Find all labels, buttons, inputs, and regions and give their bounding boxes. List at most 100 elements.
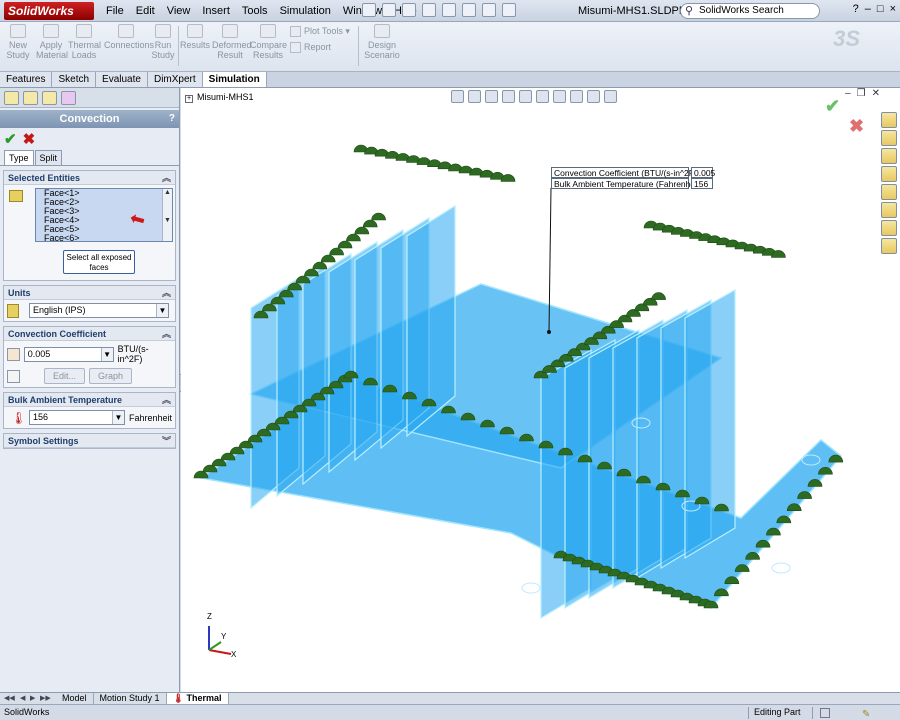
edit-appearance-icon[interactable]: [570, 90, 583, 103]
view-settings-icon[interactable]: [604, 90, 617, 103]
confirmation-cancel-icon[interactable]: ✖: [849, 116, 864, 137]
tab-dimxpert[interactable]: DimXpert: [147, 72, 203, 87]
bulk-ambient-temperature-header[interactable]: Bulk Ambient Temperature ︽: [4, 393, 175, 407]
units-header[interactable]: Units ︽: [4, 286, 175, 300]
search-results-icon[interactable]: [881, 166, 897, 182]
menu-edit[interactable]: Edit: [130, 0, 161, 22]
tab-split[interactable]: Split: [34, 150, 63, 165]
open-doc-icon[interactable]: [382, 3, 396, 17]
menu-view[interactable]: View: [161, 0, 197, 22]
selected-entities-header[interactable]: Selected Entities ︽: [4, 171, 175, 185]
home-icon[interactable]: [881, 112, 897, 128]
collapse-icon[interactable]: ︽: [162, 286, 171, 300]
property-manager-icon[interactable]: [23, 91, 38, 105]
undo-icon[interactable]: [442, 3, 456, 17]
function-curve-icon[interactable]: [7, 369, 20, 383]
menu-insert[interactable]: Insert: [196, 0, 236, 22]
tab-motion-study[interactable]: Motion Study 1: [94, 693, 167, 704]
restore-icon[interactable]: ❐: [857, 88, 866, 99]
entity-list[interactable]: Face<1> Face<2> Face<3> Face<4> Face<5> …: [35, 188, 173, 242]
expand-tree-icon[interactable]: +: [185, 95, 193, 103]
zoom-to-area-icon[interactable]: [468, 90, 481, 103]
tab-evaluate[interactable]: Evaluate: [96, 72, 148, 87]
results-button[interactable]: Results: [180, 24, 210, 50]
hide-show-items-icon[interactable]: [553, 90, 566, 103]
previous-view-icon[interactable]: [485, 90, 498, 103]
ok-button[interactable]: ✔: [4, 132, 17, 148]
next-tab-icon[interactable]: ▶: [30, 693, 40, 704]
new-study-button[interactable]: New Study: [4, 24, 32, 60]
first-tab-icon[interactable]: ◀◀: [4, 693, 15, 704]
close-icon[interactable]: ✕: [872, 88, 880, 99]
section-view-icon[interactable]: [502, 90, 515, 103]
expand-icon[interactable]: ︾: [162, 434, 171, 448]
rebuild-icon[interactable]: [482, 3, 496, 17]
convection-coefficient-header[interactable]: Convection Coefficient ︽: [4, 327, 175, 341]
report-button[interactable]: Report: [290, 42, 331, 54]
menu-simulation[interactable]: Simulation: [274, 0, 337, 22]
menu-tools[interactable]: Tools: [236, 0, 274, 22]
select-icon[interactable]: [462, 3, 476, 17]
new-doc-icon[interactable]: [362, 3, 376, 17]
tab-features[interactable]: Features: [0, 72, 53, 87]
tab-simulation[interactable]: Simulation: [202, 72, 267, 87]
bulk-ambient-temperature-input[interactable]: 156 ▼: [29, 410, 125, 425]
connections-button[interactable]: Connections: [104, 24, 154, 50]
appearances-icon[interactable]: [881, 202, 897, 218]
apply-material-button[interactable]: Apply Material: [36, 24, 68, 60]
confirmation-ok-icon[interactable]: ✔: [825, 96, 840, 117]
tab-model[interactable]: Model: [56, 693, 94, 704]
heat-sink-model[interactable]: [181, 88, 900, 692]
display-style-icon[interactable]: [536, 90, 549, 103]
design-library-icon[interactable]: [881, 130, 897, 146]
maximize-button[interactable]: □: [877, 3, 884, 15]
menu-file[interactable]: File: [100, 0, 130, 22]
search-input[interactable]: ⚲ SolidWorks Search: [680, 3, 820, 19]
solidworks-logo[interactable]: SolidWorks: [4, 2, 94, 20]
close-button[interactable]: ×: [890, 3, 896, 15]
simulation-advisor-icon[interactable]: [881, 238, 897, 254]
view-palette-icon[interactable]: [881, 184, 897, 200]
minimize-button[interactable]: –: [865, 3, 871, 15]
feature-tree-root[interactable]: + Misumi-MHS1: [185, 92, 254, 103]
convection-coefficient-input[interactable]: 0.005 ▼: [23, 346, 114, 362]
collapse-icon[interactable]: ︽: [162, 171, 171, 185]
chevron-down-icon[interactable]: ▼: [111, 411, 124, 424]
chevron-down-icon[interactable]: ▼: [100, 347, 113, 361]
help-icon[interactable]: ?: [169, 110, 175, 128]
collapse-icon[interactable]: ︽: [162, 327, 171, 341]
apply-scene-icon[interactable]: [587, 90, 600, 103]
tab-thermal[interactable]: 🌡 Thermal: [166, 693, 229, 704]
tab-sketch[interactable]: Sketch: [52, 72, 97, 87]
minimize-icon[interactable]: –: [845, 88, 851, 99]
thermal-loads-button[interactable]: Thermal Loads: [68, 24, 101, 60]
collapse-icon[interactable]: ︽: [162, 393, 171, 407]
units-select[interactable]: English (IPS) ▼: [29, 303, 169, 318]
zoom-to-fit-icon[interactable]: [451, 90, 464, 103]
design-scenario-button[interactable]: Design Scenario: [362, 24, 402, 60]
file-explorer-icon[interactable]: [881, 148, 897, 164]
list-item[interactable]: Face<6>: [36, 234, 172, 242]
configuration-manager-icon[interactable]: [42, 91, 57, 105]
tab-type[interactable]: Type: [4, 150, 34, 165]
options-icon[interactable]: [502, 3, 516, 17]
rebuild-status-icon[interactable]: [820, 708, 830, 718]
run-study-button[interactable]: Run Study: [150, 24, 176, 60]
symbol-settings-header[interactable]: Symbol Settings ︾: [4, 434, 175, 448]
help-button[interactable]: ?: [853, 3, 859, 15]
plot-tools-button[interactable]: Plot Tools ▾: [290, 26, 350, 38]
custom-properties-icon[interactable]: [881, 220, 897, 236]
list-scrollbar[interactable]: ▲ ▼: [162, 189, 172, 241]
save-icon[interactable]: [402, 3, 416, 17]
chevron-down-icon[interactable]: ▼: [156, 304, 168, 317]
last-tab-icon[interactable]: ▶▶: [40, 693, 51, 704]
graphics-viewport[interactable]: + Misumi-MHS1 – ❐ ✕ ✔ ✖ Convection Coeffi…: [181, 88, 900, 692]
compare-results-button[interactable]: Compare Results: [250, 24, 287, 60]
dimxpert-manager-icon[interactable]: [61, 91, 76, 105]
print-icon[interactable]: [422, 3, 436, 17]
units-status-icon[interactable]: ✎: [862, 707, 870, 720]
cancel-button[interactable]: ✖: [23, 132, 36, 148]
deformed-result-button[interactable]: Deformed Result: [212, 24, 252, 60]
view-orientation-icon[interactable]: [519, 90, 532, 103]
feature-manager-icon[interactable]: [4, 91, 19, 105]
